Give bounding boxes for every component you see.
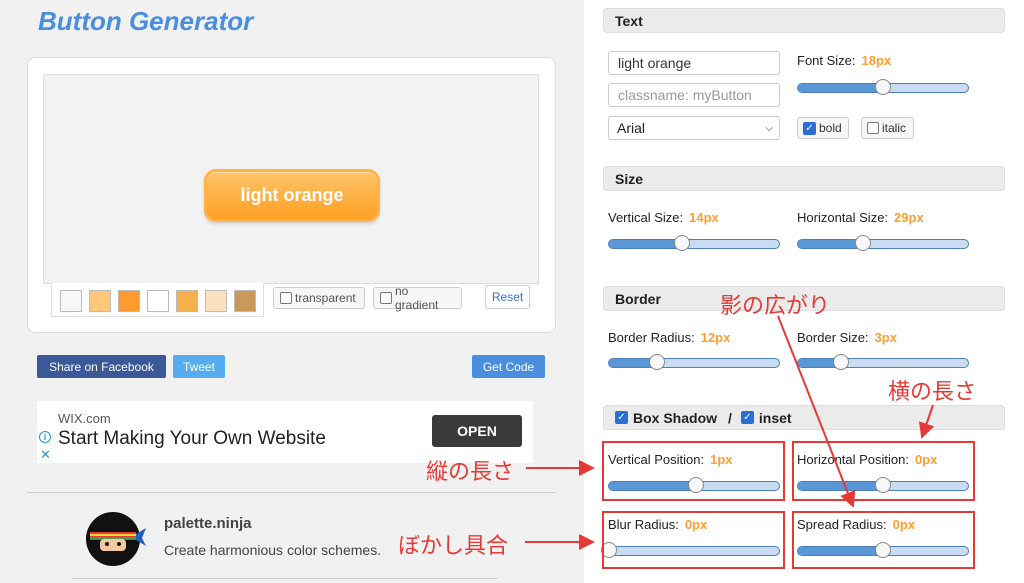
slider-fill — [609, 240, 683, 248]
ad-info-icon[interactable]: i — [39, 431, 51, 443]
font-family-select[interactable]: Arial ⌵ — [608, 116, 780, 140]
color-swatch[interactable] — [234, 290, 256, 312]
reset-button[interactable]: Reset — [485, 285, 530, 309]
border-radius-slider[interactable] — [608, 354, 780, 370]
font-family-value: Arial — [617, 120, 646, 136]
ninja-logo-icon[interactable] — [84, 510, 146, 568]
box-shadow-section-header[interactable]: ✓ Box Shadow / ✓ inset — [603, 405, 1005, 430]
ad-open-button[interactable]: OPEN — [432, 415, 522, 447]
vertical-size-value: 14px — [689, 210, 719, 225]
italic-checkbox[interactable] — [867, 122, 879, 134]
button-text-input[interactable]: light orange — [608, 51, 780, 75]
transparent-label: transparent — [295, 291, 356, 305]
divider — [27, 492, 556, 493]
divider — [72, 578, 498, 579]
annotation-blur-text: ぼかし具合 — [398, 533, 509, 558]
slider-fill — [798, 240, 863, 248]
color-swatch[interactable] — [89, 290, 111, 312]
annotation-horizontal-text: 横の長さ — [888, 379, 977, 404]
palette-ninja-subtitle: Create harmonious color schemes. — [164, 542, 382, 558]
chevron-down-icon: ⌵ — [765, 122, 773, 134]
slider-fill — [798, 84, 883, 92]
border-radius-value: 12px — [700, 330, 731, 345]
inset-label: inset — [758, 409, 792, 426]
no-gradient-label: no gradient — [395, 284, 439, 312]
vertical-size-slider[interactable] — [608, 235, 780, 251]
slider-handle[interactable] — [648, 354, 665, 370]
annotation-box-vertical — [602, 441, 785, 501]
no-gradient-toggle[interactable]: no gradient — [373, 284, 462, 312]
color-swatch[interactable] — [176, 290, 198, 312]
annotation-vertical-text: 縦の長さ — [426, 459, 515, 484]
horizontal-size-label: Horizontal Size: 29px — [797, 210, 924, 225]
preview-button[interactable]: light orange — [204, 169, 380, 222]
slider-handle[interactable] — [674, 235, 691, 251]
slider-handle[interactable] — [854, 235, 871, 251]
tweet-button[interactable]: Tweet — [173, 355, 225, 378]
annotation-spread-text: 影の広がり — [720, 293, 831, 318]
palette-ninja-title[interactable]: palette.ninja — [164, 515, 252, 532]
color-swatch[interactable] — [205, 290, 227, 312]
border-radius-label: Border Radius: 12px — [608, 330, 731, 345]
transparent-checkbox[interactable] — [280, 292, 292, 304]
ad-brand: WIX.com — [58, 411, 111, 426]
get-code-button[interactable]: Get Code — [472, 355, 545, 378]
box-shadow-label: Box Shadow — [633, 409, 718, 426]
annotation-box-spread — [792, 511, 975, 569]
vertical-size-label: Vertical Size: 14px — [608, 210, 719, 225]
share-facebook-button[interactable]: Share on Facebook — [37, 355, 166, 378]
italic-label: italic — [882, 121, 907, 135]
transparent-toggle[interactable]: transparent — [273, 287, 365, 309]
font-size-slider[interactable] — [797, 79, 969, 95]
color-swatch[interactable] — [118, 290, 140, 312]
inset-checkbox[interactable]: ✓ — [740, 411, 754, 424]
border-size-label: Border Size: 3px — [797, 330, 897, 345]
no-gradient-checkbox[interactable] — [380, 292, 392, 304]
horizontal-size-value: 29px — [894, 210, 924, 225]
shadow-separator: / — [728, 409, 732, 426]
classname-input[interactable]: classname: myButton — [608, 83, 780, 107]
size-section-header[interactable]: Size — [603, 166, 1005, 191]
page-title: Button Generator — [38, 6, 254, 36]
slider-handle[interactable] — [832, 354, 849, 370]
font-size-value: 18px — [861, 53, 892, 68]
ad-headline[interactable]: Start Making Your Own Website — [58, 428, 326, 450]
border-size-slider[interactable] — [797, 354, 969, 370]
horizontal-size-slider[interactable] — [797, 235, 969, 251]
annotation-box-blur — [602, 511, 785, 569]
color-swatch[interactable] — [60, 290, 82, 312]
slider-handle[interactable] — [875, 79, 891, 95]
annotation-box-horizontal — [792, 441, 975, 501]
ad-close-icon[interactable]: ✕ — [40, 447, 51, 463]
bold-toggle[interactable]: ✓ bold — [797, 117, 849, 139]
italic-toggle[interactable]: italic — [861, 117, 914, 139]
bold-checkbox[interactable]: ✓ — [803, 121, 816, 135]
bold-label: bold — [819, 121, 842, 135]
font-size-label: Font Size: 18px — [797, 53, 892, 68]
border-size-value: 3px — [874, 330, 897, 345]
box-shadow-checkbox[interactable]: ✓ — [615, 411, 628, 424]
text-section-header[interactable]: Text — [603, 8, 1005, 33]
color-swatch[interactable] — [147, 290, 169, 312]
